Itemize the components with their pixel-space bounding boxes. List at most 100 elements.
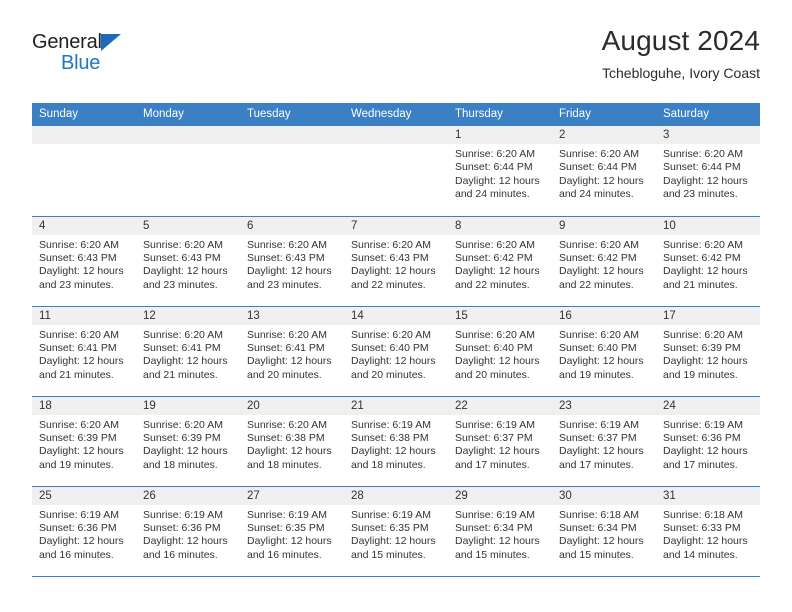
sunrise-text: Sunrise: 6:20 AM bbox=[663, 148, 743, 160]
calendar-day-cell[interactable]: 24 Sunrise: 6:19 AM Sunset: 6:36 PM Dayligh… bbox=[656, 395, 760, 486]
day-sun-info: Sunrise: 6:19 AM Sunset: 6:34 PM Daylight:… bbox=[448, 505, 552, 563]
calendar-day-cell[interactable]: 22 Sunrise: 6:19 AM Sunset: 6:37 PM Dayligh… bbox=[448, 395, 552, 486]
day-number: 1 bbox=[448, 126, 552, 144]
day-sun-info: Sunrise: 6:20 AM Sunset: 6:40 PM Daylight:… bbox=[552, 325, 656, 383]
calendar-day-cell[interactable]: 11 Sunrise: 6:20 AM Sunset: 6:41 PM Dayligh… bbox=[32, 305, 136, 396]
sunset-text: Sunset: 6:38 PM bbox=[351, 431, 429, 444]
calendar-cell-empty bbox=[344, 126, 448, 216]
calendar-day-cell[interactable]: 21 Sunrise: 6:19 AM Sunset: 6:38 PM Dayligh… bbox=[344, 395, 448, 486]
daylight-text: Daylight: 12 hours and 22 minutes. bbox=[455, 265, 540, 291]
sunset-text: Sunset: 6:36 PM bbox=[663, 431, 741, 444]
day-sun-info: Sunrise: 6:20 AM Sunset: 6:41 PM Daylight:… bbox=[136, 325, 240, 383]
sunset-text: Sunset: 6:34 PM bbox=[455, 521, 533, 534]
calendar-day-cell[interactable]: 12 Sunrise: 6:20 AM Sunset: 6:41 PM Dayligh… bbox=[136, 305, 240, 396]
calendar-day-cell[interactable]: 28 Sunrise: 6:19 AM Sunset: 6:35 PM Dayligh… bbox=[344, 485, 448, 577]
day-number: 29 bbox=[448, 486, 552, 505]
sunrise-text: Sunrise: 6:20 AM bbox=[247, 238, 327, 251]
sunset-text: Sunset: 6:38 PM bbox=[247, 431, 325, 444]
daylight-text: Daylight: 12 hours and 16 minutes. bbox=[39, 535, 124, 561]
calendar-day-cell[interactable]: 2 Sunrise: 6:20 AM Sunset: 6:44 PM Daylight… bbox=[552, 126, 656, 216]
daylight-text: Daylight: 12 hours and 18 minutes. bbox=[351, 445, 436, 471]
calendar-day-cell[interactable]: 29 Sunrise: 6:19 AM Sunset: 6:34 PM Dayligh… bbox=[448, 485, 552, 577]
daylight-text: Daylight: 12 hours and 16 minutes. bbox=[247, 535, 332, 561]
sunrise-text: Sunrise: 6:20 AM bbox=[663, 328, 743, 341]
page-title: August 2024 bbox=[601, 25, 760, 56]
daylight-text: Daylight: 12 hours and 20 minutes. bbox=[455, 355, 540, 381]
daylight-text: Daylight: 12 hours and 24 minutes. bbox=[455, 174, 540, 201]
daylight-text: Daylight: 12 hours and 21 minutes. bbox=[663, 265, 748, 291]
calendar-day-cell[interactable]: 17 Sunrise: 6:20 AM Sunset: 6:39 PM Dayligh… bbox=[656, 305, 760, 396]
day-number bbox=[344, 126, 448, 144]
calendar-day-cell[interactable]: 4 Sunrise: 6:20 AM Sunset: 6:43 PM Daylight… bbox=[32, 215, 136, 306]
weekday-header-saturday: Saturday bbox=[656, 103, 760, 126]
calendar-day-cell[interactable]: 23 Sunrise: 6:19 AM Sunset: 6:37 PM Dayligh… bbox=[552, 395, 656, 486]
sunrise-text: Sunrise: 6:20 AM bbox=[247, 328, 327, 341]
calendar-day-cell[interactable]: 5 Sunrise: 6:20 AM Sunset: 6:43 PM Daylight… bbox=[136, 215, 240, 306]
daylight-text: Daylight: 12 hours and 15 minutes. bbox=[559, 535, 644, 561]
calendar-day-cell[interactable]: 31 Sunrise: 6:18 AM Sunset: 6:33 PM Dayligh… bbox=[656, 485, 760, 577]
calendar-day-cell[interactable]: 18 Sunrise: 6:20 AM Sunset: 6:39 PM Dayligh… bbox=[32, 395, 136, 486]
title-block: August 2024 Tchebloguhe, Ivory Coast bbox=[602, 26, 760, 82]
weekday-header-sunday: Sunday bbox=[32, 103, 136, 126]
sunrise-text: Sunrise: 6:19 AM bbox=[455, 508, 535, 521]
calendar-day-cell[interactable]: 19 Sunrise: 6:20 AM Sunset: 6:39 PM Dayligh… bbox=[136, 395, 240, 486]
calendar-day-cell[interactable]: 3 Sunrise: 6:20 AM Sunset: 6:44 PM Daylight… bbox=[656, 126, 760, 216]
sunrise-text: Sunrise: 6:19 AM bbox=[351, 418, 431, 431]
sunrise-text: Sunrise: 6:18 AM bbox=[663, 508, 743, 521]
sunset-text: Sunset: 6:39 PM bbox=[39, 431, 117, 444]
calendar-day-cell[interactable]: 6 Sunrise: 6:20 AM Sunset: 6:43 PM Daylight… bbox=[240, 215, 344, 306]
day-number: 19 bbox=[136, 396, 240, 415]
sunset-text: Sunset: 6:36 PM bbox=[39, 521, 117, 534]
sunrise-text: Sunrise: 6:18 AM bbox=[559, 508, 639, 521]
calendar-day-cell[interactable]: 9 Sunrise: 6:20 AM Sunset: 6:42 PM Daylight… bbox=[552, 215, 656, 306]
calendar-day-cell[interactable]: 15 Sunrise: 6:20 AM Sunset: 6:40 PM Dayligh… bbox=[448, 305, 552, 396]
daylight-text: Daylight: 12 hours and 19 minutes. bbox=[663, 355, 748, 381]
day-number bbox=[32, 126, 136, 144]
weekday-header-thursday: Thursday bbox=[448, 103, 552, 126]
day-sun-info: Sunrise: 6:19 AM Sunset: 6:38 PM Daylight:… bbox=[344, 415, 448, 473]
sunset-text: Sunset: 6:36 PM bbox=[143, 521, 221, 534]
calendar-week-row: 18 Sunrise: 6:20 AM Sunset: 6:39 PM Dayligh… bbox=[32, 395, 760, 486]
daylight-text: Daylight: 12 hours and 23 minutes. bbox=[143, 265, 228, 291]
calendar-cell-empty bbox=[32, 126, 136, 216]
month-calendar-table: Sunday Monday Tuesday Wednesday Thursday Frid… bbox=[32, 103, 760, 577]
calendar-day-cell[interactable]: 8 Sunrise: 6:20 AM Sunset: 6:42 PM Daylight… bbox=[448, 215, 552, 306]
sunset-text: Sunset: 6:33 PM bbox=[663, 521, 741, 534]
day-sun-info: Sunrise: 6:20 AM Sunset: 6:43 PM Daylight:… bbox=[240, 235, 344, 293]
sunrise-text: Sunrise: 6:20 AM bbox=[455, 148, 535, 160]
calendar-day-cell[interactable]: 16 Sunrise: 6:20 AM Sunset: 6:40 PM Dayligh… bbox=[552, 305, 656, 396]
general-blue-logo[interactable]: General Blue bbox=[32, 26, 152, 73]
sunset-text: Sunset: 6:35 PM bbox=[351, 521, 429, 534]
day-sun-info: Sunrise: 6:19 AM Sunset: 6:37 PM Daylight:… bbox=[448, 415, 552, 473]
calendar-day-cell[interactable]: 14 Sunrise: 6:20 AM Sunset: 6:40 PM Dayligh… bbox=[344, 305, 448, 396]
daylight-text: Daylight: 12 hours and 22 minutes. bbox=[559, 265, 644, 291]
calendar-day-cell[interactable]: 27 Sunrise: 6:19 AM Sunset: 6:35 PM Dayligh… bbox=[240, 485, 344, 577]
day-number: 2 bbox=[552, 126, 656, 144]
weekday-header-monday: Monday bbox=[136, 103, 240, 126]
calendar-day-cell[interactable]: 1 Sunrise: 6:20 AM Sunset: 6:44 PM Daylight… bbox=[448, 126, 552, 216]
calendar-week-row: 11 Sunrise: 6:20 AM Sunset: 6:41 PM Dayligh… bbox=[32, 305, 760, 396]
day-sun-info: Sunrise: 6:19 AM Sunset: 6:37 PM Daylight:… bbox=[552, 415, 656, 473]
sunrise-text: Sunrise: 6:19 AM bbox=[351, 508, 431, 521]
calendar-day-cell[interactable]: 13 Sunrise: 6:20 AM Sunset: 6:41 PM Dayligh… bbox=[240, 305, 344, 396]
sunset-text: Sunset: 6:39 PM bbox=[663, 341, 741, 354]
calendar-day-cell[interactable]: 10 Sunrise: 6:20 AM Sunset: 6:42 PM Dayligh… bbox=[656, 215, 760, 306]
calendar-week-row: 25 Sunrise: 6:19 AM Sunset: 6:36 PM Dayligh… bbox=[32, 485, 760, 577]
calendar-day-cell[interactable]: 7 Sunrise: 6:20 AM Sunset: 6:43 PM Daylight… bbox=[344, 215, 448, 306]
sunrise-text: Sunrise: 6:19 AM bbox=[143, 508, 223, 521]
calendar-day-cell[interactable]: 20 Sunrise: 6:20 AM Sunset: 6:38 PM Dayligh… bbox=[240, 395, 344, 486]
day-sun-info: Sunrise: 6:19 AM Sunset: 6:36 PM Daylight:… bbox=[32, 505, 136, 563]
sunrise-text: Sunrise: 6:20 AM bbox=[351, 238, 431, 251]
page-subtitle: Tchebloguhe, Ivory Coast bbox=[602, 65, 760, 82]
sunset-text: Sunset: 6:37 PM bbox=[455, 431, 533, 444]
daylight-text: Daylight: 12 hours and 22 minutes. bbox=[351, 265, 436, 291]
calendar-day-cell[interactable]: 30 Sunrise: 6:18 AM Sunset: 6:34 PM Dayligh… bbox=[552, 485, 656, 577]
day-number: 12 bbox=[136, 306, 240, 325]
calendar-day-cell[interactable]: 25 Sunrise: 6:19 AM Sunset: 6:36 PM Dayligh… bbox=[32, 485, 136, 577]
day-sun-info: Sunrise: 6:20 AM Sunset: 6:41 PM Daylight:… bbox=[240, 325, 344, 383]
calendar-day-cell[interactable]: 26 Sunrise: 6:19 AM Sunset: 6:36 PM Dayligh… bbox=[136, 485, 240, 577]
daylight-text: Daylight: 12 hours and 21 minutes. bbox=[39, 355, 124, 381]
day-sun-info: Sunrise: 6:20 AM Sunset: 6:42 PM Daylight:… bbox=[552, 235, 656, 293]
sunrise-text: Sunrise: 6:20 AM bbox=[247, 418, 327, 431]
sunset-text: Sunset: 6:37 PM bbox=[559, 431, 637, 444]
